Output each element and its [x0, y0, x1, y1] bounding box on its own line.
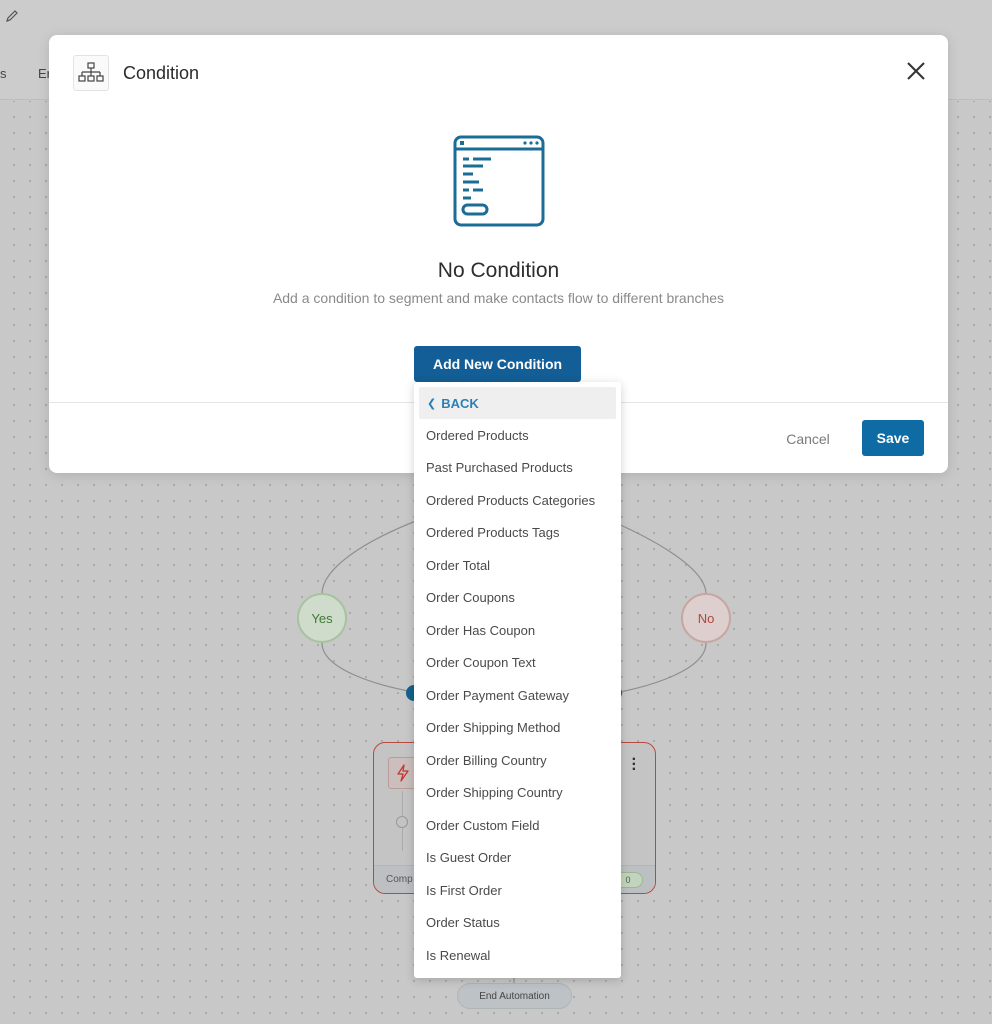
sitemap-icon [73, 55, 109, 91]
dropdown-item-ordered-products[interactable]: Ordered Products [414, 419, 621, 452]
save-button[interactable]: Save [862, 420, 924, 456]
dropdown-item-order-has-coupon[interactable]: Order Has Coupon [414, 614, 621, 647]
dropdown-item-order-billing-country[interactable]: Order Billing Country [414, 744, 621, 777]
code-window-illustration-icon [451, 133, 547, 229]
connector-no-bottom [619, 642, 707, 693]
dropdown-item-order-shipping-country[interactable]: Order Shipping Country [414, 777, 621, 810]
dropdown-item-is-first-order[interactable]: Is First Order [414, 874, 621, 907]
action-timeline-dot [396, 816, 408, 828]
close-icon[interactable] [904, 59, 928, 83]
dropdown-item-order-total[interactable]: Order Total [414, 549, 621, 582]
dropdown-item-ordered-products-tags[interactable]: Ordered Products Tags [414, 517, 621, 550]
dropdown-item-order-status[interactable]: Order Status [414, 907, 621, 940]
action-footer-label: Comp [386, 874, 413, 885]
dropdown-item-is-guest-order[interactable]: Is Guest Order [414, 842, 621, 875]
modal-title: Condition [123, 63, 200, 83]
empty-state-subtitle: Add a condition to segment and make cont… [272, 290, 725, 306]
no-branch-label: No [697, 610, 715, 626]
dropdown-item-ordered-products-categories[interactable]: Ordered Products Categories [414, 484, 621, 517]
yes-branch-label: Yes [311, 610, 333, 626]
dropdown-item-order-payment-gateway[interactable]: Order Payment Gateway [414, 679, 621, 712]
dropdown-item-order-coupons[interactable]: Order Coupons [414, 582, 621, 615]
dropdown-item-order-custom-field[interactable]: Order Custom Field [414, 809, 621, 842]
empty-state-title: No Condition [437, 259, 560, 282]
more-options-icon[interactable]: · · · [632, 752, 637, 778]
connector-yes-bottom [321, 642, 415, 693]
condition-type-dropdown: ❮ BACK Ordered Products Past Purchased P… [414, 382, 621, 978]
end-automation-node[interactable]: End Automation [457, 983, 572, 1009]
end-automation-label: End Automation [479, 990, 550, 1002]
dropdown-item-order-shipping-method[interactable]: Order Shipping Method [414, 712, 621, 745]
dropdown-item-is-renewal[interactable]: Is Renewal [414, 939, 621, 972]
add-new-condition-button[interactable]: Add New Condition [414, 346, 581, 382]
dropdown-back-label: BACK [441, 395, 479, 411]
yes-branch-node[interactable]: Yes [297, 593, 347, 643]
dropdown-item-order-coupon-text[interactable]: Order Coupon Text [414, 647, 621, 680]
dropdown-item-past-purchased-products[interactable]: Past Purchased Products [414, 452, 621, 485]
cancel-button[interactable]: Cancel [775, 427, 841, 451]
chevron-left-icon: ❮ [427, 397, 437, 410]
dropdown-back-button[interactable]: ❮ BACK [419, 387, 616, 419]
no-branch-node[interactable]: No [681, 593, 731, 643]
page: s Er Yes No ··· Comp 0 End Automation [0, 0, 992, 1024]
